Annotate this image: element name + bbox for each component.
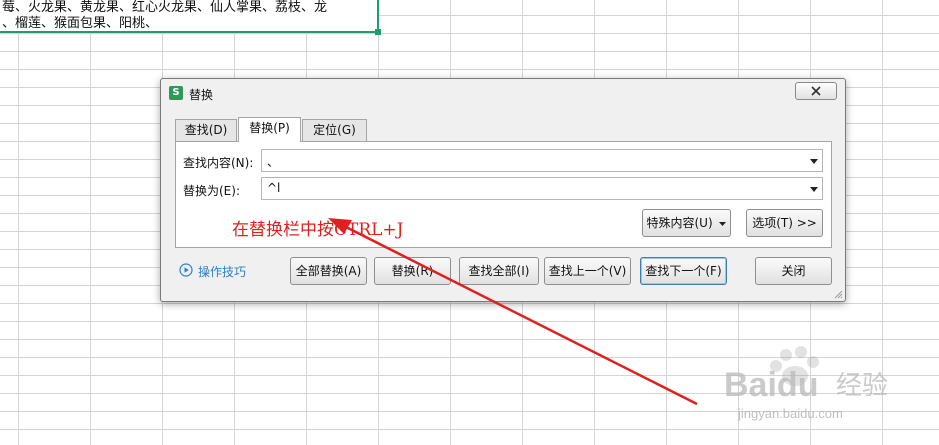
fill-handle[interactable] [375,29,381,35]
tips-link[interactable]: 操作技巧 [179,263,246,280]
close-icon [811,86,821,96]
chevron-down-icon[interactable] [810,187,818,192]
play-circle-icon [179,263,193,277]
find-previous-button[interactable]: 查找上一个(V) [544,257,631,285]
annotation-text: 在替换栏中按CTRL+J [232,220,404,240]
tips-label: 操作技巧 [198,265,247,279]
find-value: 、 [267,155,280,169]
chevron-down-icon [719,221,727,226]
watermark-brand-cn: 经验 [836,371,888,401]
selected-cell[interactable]: 莓、火龙果、黄龙果、红心火龙果、仙人掌果、荔枝、龙 、榴莲、猴面包果、阳桃、 [0,0,379,33]
find-all-button[interactable]: 查找全部(I) [459,257,539,285]
replace-input[interactable]: ^l [261,177,823,200]
tab-replace[interactable]: 替换(P) [238,117,301,142]
watermark-url: jingyan.baidu.com [737,406,843,421]
options-button[interactable]: 选项(T) >> [746,209,823,237]
wps-app-icon: S [169,86,183,100]
tab-goto[interactable]: 定位(G) [302,119,367,141]
special-content-label: 特殊内容(U) [646,216,713,230]
find-next-button[interactable]: 查找下一个(F) [640,257,727,285]
watermark-brand: Bai [724,366,777,404]
find-label: 查找内容(N): [183,156,254,170]
resize-grip-icon[interactable] [833,289,843,299]
cell-line-1: 莓、火龙果、黄龙果、红心火龙果、仙人掌果、荔枝、龙 [2,0,328,15]
replace-button[interactable]: 替换(R) [374,257,451,285]
replace-label: 替换为(E): [183,184,240,198]
watermark-brand-tail: du [777,366,819,404]
replace-value: ^l [267,181,281,195]
dialog-title: 替换 [189,88,214,102]
replace-all-button[interactable]: 全部替换(A) [290,257,367,285]
special-content-button[interactable]: 特殊内容(U) [642,209,731,237]
svg-text:Baidu: Baidu [724,366,818,404]
replace-dialog: S 替换 查找(D) 替换(P) 定位(G) 查找内容(N): 、 替换为(E)… [160,78,846,302]
close-window-button[interactable] [795,82,837,100]
tab-find[interactable]: 查找(D) [175,119,237,141]
baidu-watermark: Baidu 经验 jingyan.baidu.com [724,346,888,421]
dialog-titlebar[interactable]: S 替换 [161,79,845,107]
cell-line-2: 、榴莲、猴面包果、阳桃、 [2,16,159,31]
chevron-down-icon[interactable] [810,159,818,164]
close-button[interactable]: 关闭 [755,257,832,285]
find-input[interactable]: 、 [261,149,823,172]
